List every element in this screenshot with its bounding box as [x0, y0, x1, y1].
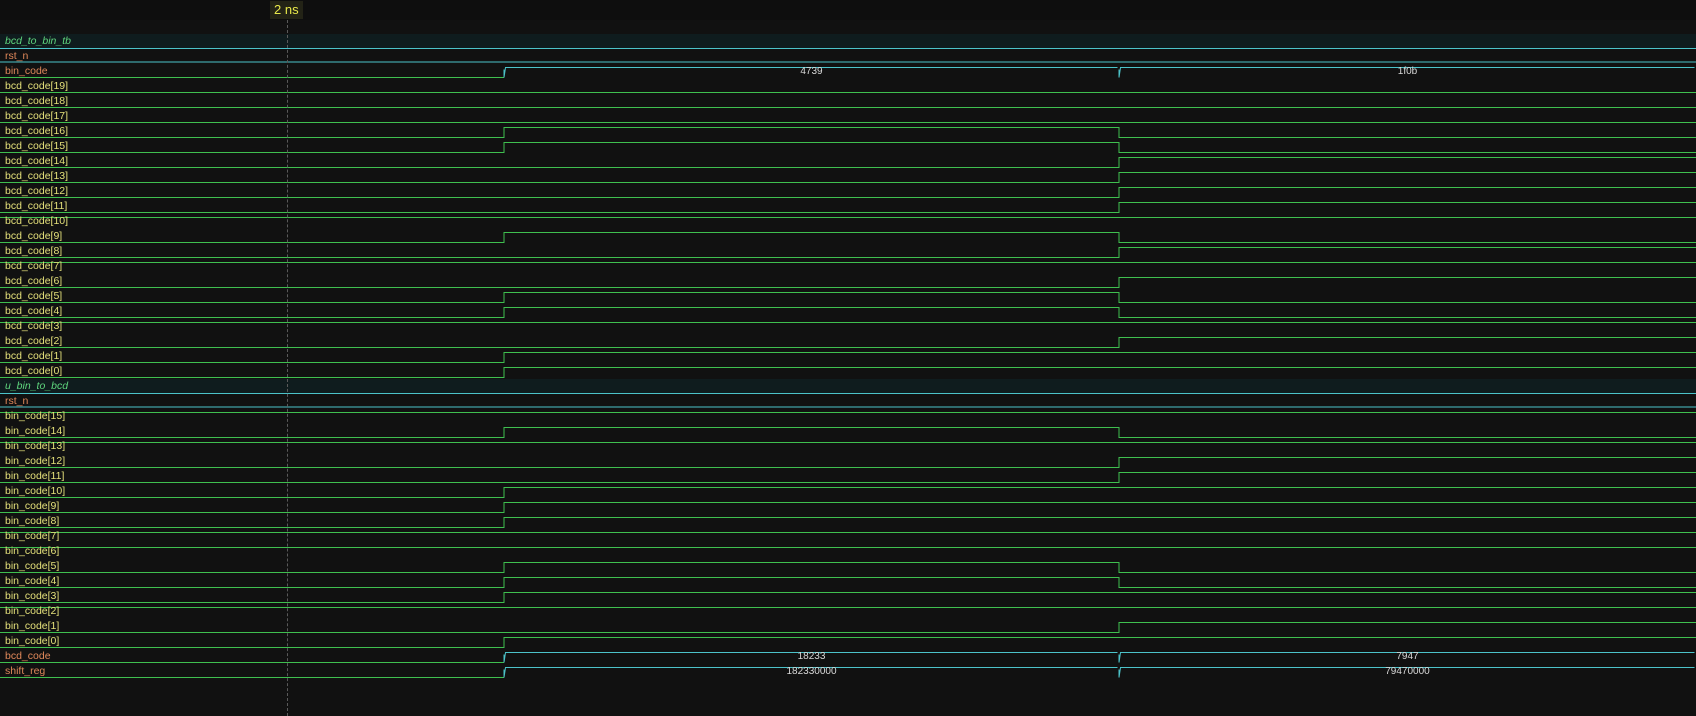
signal-name[interactable]: bin_code[12] — [5, 454, 65, 469]
signal-name[interactable]: bin_code[2] — [5, 604, 59, 619]
signal-name[interactable]: rst_n — [5, 394, 28, 409]
signal-name[interactable]: bin_code[10] — [5, 484, 65, 499]
signal-name[interactable]: bin_code[1] — [5, 619, 59, 634]
signal-name[interactable]: bcd_code[2] — [5, 334, 62, 349]
time-cursor-line[interactable] — [287, 20, 288, 716]
time-cursor-label[interactable]: 2 ns — [270, 1, 303, 19]
signal-name[interactable]: bin_code[3] — [5, 589, 59, 604]
bus-value-label: 7947 — [1396, 651, 1419, 662]
signal-name[interactable]: bcd_code[6] — [5, 274, 62, 289]
bus-value-label: 182330000 — [786, 666, 837, 677]
signal-name[interactable]: bcd_code[7] — [5, 259, 62, 274]
signal-name[interactable]: bcd_code[5] — [5, 289, 62, 304]
signal-name[interactable]: bcd_code[14] — [5, 154, 68, 169]
signal-name-column: bcd_to_bin_tb rst_n bin_code bcd_code[19] bc… — [0, 0, 500, 716]
signal-name[interactable]: bcd_code[1] — [5, 349, 62, 364]
bus-value-label: 1f0b — [1397, 66, 1418, 77]
signal-name[interactable]: rst_n — [5, 49, 28, 64]
signal-name[interactable]: bin_code[8] — [5, 514, 59, 529]
waveform-viewer[interactable]: bcd_to_bin_tb rst_n bin_code bcd_code[19] bc… — [0, 0, 1696, 716]
signal-name[interactable]: bin_code[14] — [5, 424, 65, 439]
bus-value-label: 4739 — [800, 66, 823, 77]
bus-value-label: 79470000 — [1385, 666, 1430, 677]
signal-name[interactable]: bcd_code[4] — [5, 304, 62, 319]
signal-name[interactable]: bin_code[15] — [5, 409, 65, 424]
signal-name[interactable]: bin_code[4] — [5, 574, 59, 589]
signal-name[interactable]: bcd_code[17] — [5, 109, 68, 124]
signal-name[interactable]: bcd_code[19] — [5, 79, 68, 94]
signal-group-label[interactable]: bcd_to_bin_tb — [5, 34, 71, 49]
signal-name[interactable]: bcd_code[0] — [5, 364, 62, 379]
bus-value-label: 18233 — [797, 651, 826, 662]
signal-name[interactable]: bcd_code[8] — [5, 244, 62, 259]
signal-name[interactable]: bin_code[0] — [5, 634, 59, 649]
signal-name[interactable]: bcd_code[13] — [5, 169, 68, 184]
signal-name[interactable]: bcd_code[18] — [5, 94, 68, 109]
signal-name[interactable]: bcd_code[12] — [5, 184, 68, 199]
signal-name[interactable]: bcd_code[3] — [5, 319, 62, 334]
signal-name[interactable]: bcd_code[9] — [5, 229, 62, 244]
signal-name[interactable]: bin_code[11] — [5, 469, 64, 484]
signal-name[interactable]: bcd_code[16] — [5, 124, 68, 139]
signal-name[interactable]: bcd_code — [5, 649, 51, 664]
signal-name[interactable]: bin_code[7] — [5, 529, 59, 544]
signal-name[interactable]: bin_code[13] — [5, 439, 65, 454]
signal-name[interactable]: bcd_code[11] — [5, 199, 67, 214]
signal-name[interactable]: bin_code — [5, 64, 48, 79]
signal-name[interactable]: bin_code[5] — [5, 559, 59, 574]
signal-name[interactable]: bcd_code[10] — [5, 214, 68, 229]
signal-group-label[interactable]: u_bin_to_bcd — [5, 379, 68, 394]
signal-name[interactable]: bcd_code[15] — [5, 139, 68, 154]
signal-name[interactable]: bin_code[9] — [5, 499, 59, 514]
signal-name[interactable]: shift_reg — [5, 664, 45, 679]
signal-name[interactable]: bin_code[6] — [5, 544, 59, 559]
